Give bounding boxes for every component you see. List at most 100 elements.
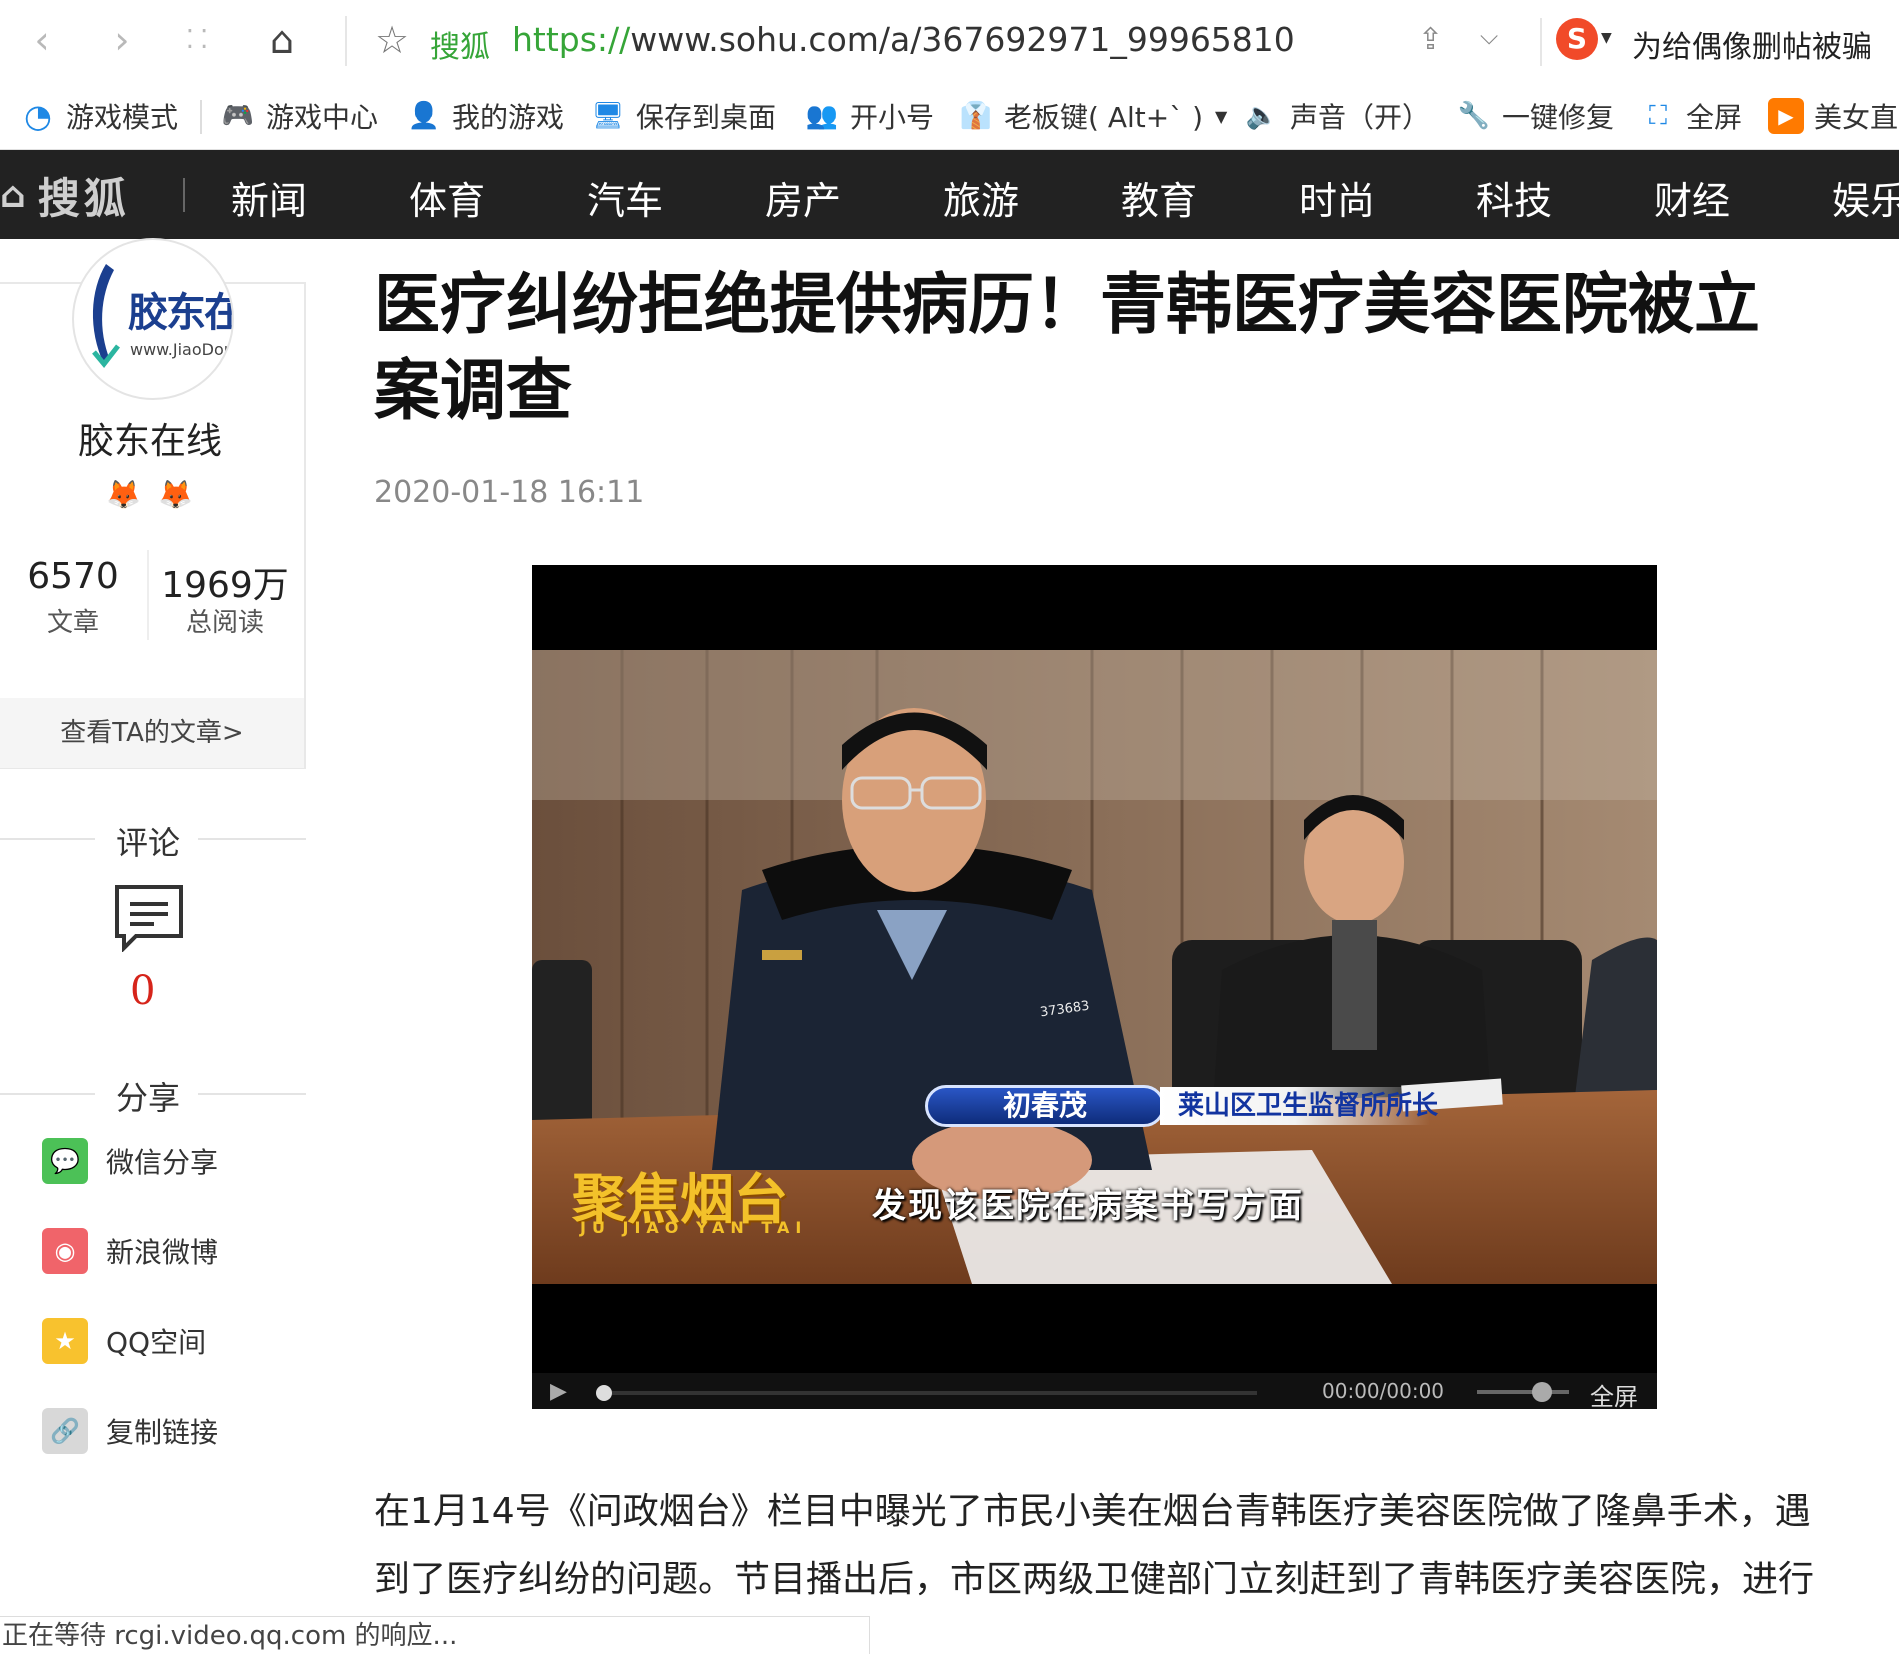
link-icon: 🔗 (42, 1408, 88, 1454)
fullscreen-video-button[interactable]: 全屏 (1590, 1377, 1638, 1412)
article-title: 医疗纠纷拒绝提供病历！青韩医疗美容医院被立案调查 (374, 266, 1760, 429)
bookmark-label: 游戏模式 (66, 101, 179, 134)
nav-item-finance[interactable]: 财经 (1654, 170, 1730, 225)
speaker-icon: 🔈 (1245, 101, 1279, 131)
channel-watermark-sub: JU JIAO YAN TAI (580, 1218, 808, 1237)
sound-toggle-button[interactable]: 🔈 声音（开） (1244, 96, 1430, 136)
save-to-desktop-button[interactable]: 🖥 保存到桌面 (590, 96, 776, 136)
article-timestamp: 2020-01-18 16:11 (374, 475, 645, 510)
caret-down-icon[interactable]: ▼ (1601, 30, 1612, 46)
chevron-down-icon[interactable]: ⌵ (1480, 22, 1498, 50)
my-games-button[interactable]: 👤 我的游戏 (406, 96, 564, 136)
game-mode-icon: ◔ (24, 97, 52, 135)
game-mode-button[interactable]: ◔ 游戏模式 (20, 96, 178, 136)
browser-toolbar: ‹ › ⁚⁚ ⌂ ☆ 搜狐 https://www.sohu.com/a/367… (0, 0, 1899, 82)
progress-track[interactable] (612, 1391, 1257, 1395)
fox-badge-icon: 🦊 (106, 478, 141, 511)
forward-icon[interactable]: › (102, 20, 142, 60)
reads-count: 1969万 (161, 565, 289, 606)
share-qzone-button[interactable]: ★ QQ空间 (42, 1318, 206, 1364)
comment-icon[interactable] (114, 884, 184, 952)
site-nav: ⌂ 搜狐 新闻 体育 汽车 房产 旅游 教育 时尚 科技 财经 娱乐 (0, 150, 1899, 239)
section-divider (0, 1093, 95, 1095)
toolbar-divider (1540, 18, 1542, 66)
reload-icon[interactable]: ⁚⁚ (180, 20, 220, 60)
section-divider (0, 838, 95, 840)
url-scheme: https:// (512, 20, 631, 59)
share-label: QQ空间 (106, 1326, 207, 1359)
boss-key-button[interactable]: 👔 老板键( Alt+` ) ▼ (958, 96, 1228, 136)
nav-item-entertainment[interactable]: 娱乐 (1832, 170, 1899, 225)
bookmark-star-icon[interactable]: ☆ (375, 20, 409, 60)
browser-status-bar: 正在等待 rcgi.video.qq.com 的响应... (0, 1616, 870, 1654)
hot-search-link[interactable]: 为给偶像删帖被骗 (1632, 22, 1872, 66)
user-icon: 👤 (407, 101, 441, 131)
copy-link-button[interactable]: 🔗 复制链接 (42, 1408, 218, 1454)
bookmark-label: 保存到桌面 (636, 101, 777, 134)
bookmark-label: 开小号 (850, 101, 935, 134)
nav-item-education[interactable]: 教育 (1121, 170, 1197, 225)
articles-label: 文章 (46, 608, 99, 638)
video-frame[interactable]: 373683 初春茂 莱山区卫生监督所所长 聚焦烟台 JU JIAO YAN T… (532, 650, 1657, 1284)
logo-text: 搜狐 (37, 173, 130, 223)
gamepad-icon: 🎮 (221, 101, 255, 131)
nav-item-house[interactable]: 房产 (765, 170, 841, 225)
star-icon: ★ (42, 1318, 88, 1364)
share-label: 复制链接 (106, 1416, 219, 1449)
nav-item-tech[interactable]: 科技 (1476, 170, 1552, 225)
beauty-live-button[interactable]: ▶ 美女直 (1768, 96, 1898, 136)
sogou-search-icon[interactable]: S (1556, 18, 1598, 60)
wrench-icon: 🔧 (1457, 101, 1491, 131)
nav-item-travel[interactable]: 旅游 (943, 170, 1019, 225)
sohu-logo[interactable]: ⌂ 搜狐 (0, 172, 130, 223)
home-icon[interactable]: ⌂ (262, 20, 302, 60)
bookmark-label: 声音（开） (1290, 101, 1431, 134)
play-icon[interactable]: ▶ (550, 1379, 567, 1404)
nav-item-fashion[interactable]: 时尚 (1299, 170, 1375, 225)
nav-item-news[interactable]: 新闻 (231, 170, 307, 225)
author-name[interactable]: 胶东在线 (0, 412, 300, 464)
share-weibo-button[interactable]: ◉ 新浪微博 (42, 1228, 218, 1274)
progress-handle[interactable] (596, 1385, 612, 1401)
bookmark-label: 游戏中心 (266, 101, 379, 134)
bookmark-label: 我的游戏 (452, 101, 565, 134)
share-page-icon[interactable]: ⇪ (1418, 22, 1443, 57)
avatar-url: www.JiaoDong.net (130, 340, 234, 359)
toolbar-divider (345, 16, 347, 66)
toolbar-divider (200, 100, 202, 134)
video-player[interactable]: 373683 初春茂 莱山区卫生监督所所长 聚焦烟台 JU JIAO YAN T… (532, 565, 1657, 1412)
url-path: www.sohu.com/a/367692971_99965810 (630, 20, 1295, 59)
nav-item-auto[interactable]: 汽车 (587, 170, 663, 225)
bookmark-label: 全屏 (1686, 101, 1743, 134)
section-divider (198, 1093, 306, 1095)
logo-swoosh-icon (92, 264, 120, 368)
comments-title: 评论 (116, 824, 181, 862)
video-controls: ▶ 00:00/00:00 全屏 (532, 1373, 1657, 1412)
volume-handle[interactable] (1532, 1382, 1552, 1402)
share-wechat-button[interactable]: 💬 微信分享 (42, 1138, 218, 1184)
avatar[interactable]: 胶东在线 www.JiaoDong.net (72, 238, 234, 400)
nav-item-sports[interactable]: 体育 (409, 170, 485, 225)
address-bar[interactable]: https://www.sohu.com/a/367692971_9996581… (512, 20, 1295, 59)
avatar-title: 胶东在线 (128, 289, 232, 336)
volume-slider[interactable] (1477, 1390, 1569, 1394)
comment-count[interactable]: 0 (130, 968, 155, 1014)
one-click-repair-button[interactable]: 🔧 一键修复 (1456, 96, 1614, 136)
site-name: 搜狐 (430, 30, 490, 65)
video-subtitle: 发现该医院在病案书写方面 (872, 1186, 1304, 1226)
share-label: 新浪微博 (106, 1236, 219, 1269)
users-icon: 👥 (805, 101, 839, 131)
play-icon: ▶ (1768, 98, 1804, 134)
game-center-button[interactable]: 🎮 游戏中心 (220, 96, 378, 136)
nav-divider (183, 178, 185, 212)
video-time: 00:00/00:00 (1322, 1379, 1445, 1403)
alt-account-button[interactable]: 👥 开小号 (804, 96, 934, 136)
fullscreen-button[interactable]: ⛶ 全屏 (1640, 96, 1742, 136)
section-divider (198, 838, 306, 840)
article-paragraph: 在1月14号《问政烟台》栏目中曝光了市民小美在烟台青韩医疗美容医院做了隆鼻手术，… (374, 1491, 1815, 1600)
back-icon[interactable]: ‹ (22, 20, 62, 60)
caption-title: 莱山区卫生监督所所长 (1160, 1087, 1438, 1125)
bookmark-label: 一键修复 (1502, 101, 1615, 134)
caret-down-icon[interactable]: ▼ (1215, 107, 1227, 126)
view-articles-link[interactable]: 查看TA的文章> (0, 698, 304, 768)
